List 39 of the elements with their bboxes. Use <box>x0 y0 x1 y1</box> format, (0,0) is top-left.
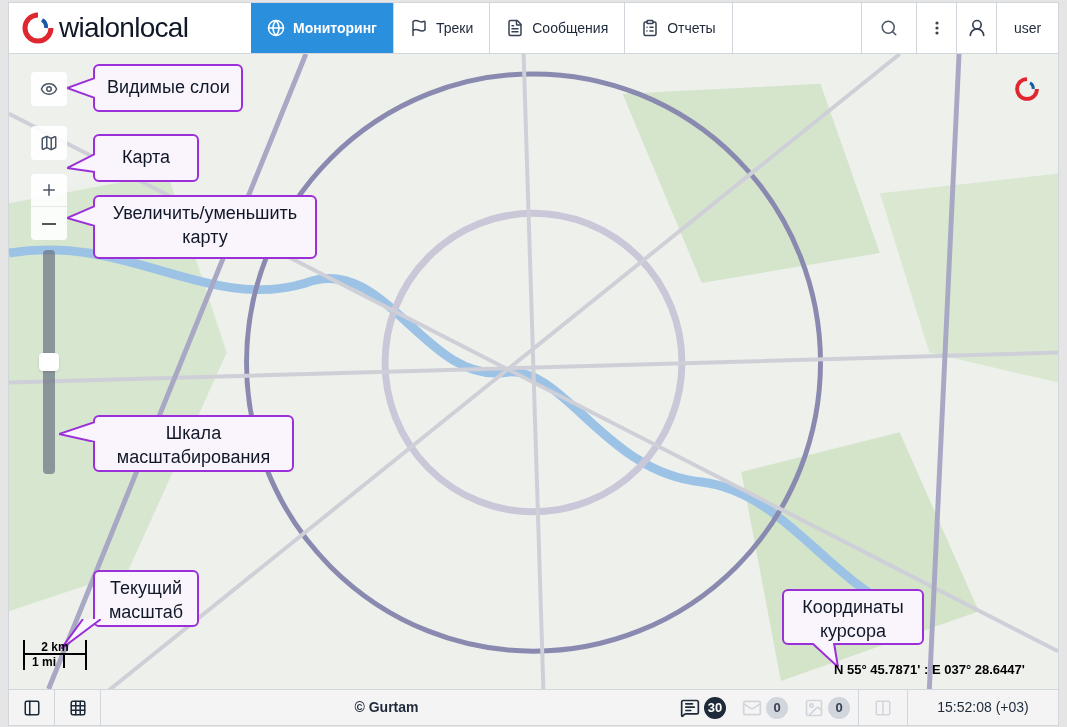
callout: Текущий масштаб <box>93 570 199 627</box>
more-icon <box>934 21 939 35</box>
clock-text: 15:52:08 (+03) <box>936 698 1030 717</box>
callout-pointer <box>67 154 95 174</box>
columns-icon <box>874 698 892 717</box>
minus-icon <box>42 222 56 225</box>
logo-text: wialonlocal <box>59 11 189 45</box>
username-button[interactable]: user <box>996 3 1058 53</box>
panel-icon <box>22 698 41 717</box>
callout: Шкала масштабирования <box>93 415 294 472</box>
grid-icon <box>68 698 87 717</box>
zoom-slider-thumb[interactable] <box>39 353 59 371</box>
callout: Увеличить/уменьшить карту <box>93 195 317 259</box>
plus-icon <box>40 181 58 199</box>
map-icon <box>40 134 58 152</box>
globe-icon <box>267 19 285 37</box>
logo-icon <box>21 11 55 45</box>
eye-icon <box>40 80 58 98</box>
user-icon <box>966 18 987 38</box>
search-icon <box>880 19 898 37</box>
image-icon <box>804 697 824 718</box>
map-button[interactable] <box>31 126 67 160</box>
logo-icon <box>1014 76 1040 102</box>
layers-button[interactable] <box>31 72 67 106</box>
message-icon <box>679 697 700 718</box>
counter-button[interactable]: 30 <box>672 690 734 725</box>
callout-pointer <box>59 422 95 442</box>
zoom-in-button[interactable] <box>31 174 67 207</box>
report-icon <box>641 19 660 37</box>
flag-icon <box>409 19 428 37</box>
callout-pointer <box>67 78 95 98</box>
callout-pointer <box>67 206 95 226</box>
copyright-text: © Gurtam <box>354 698 419 717</box>
callout: Видимые слои <box>93 64 243 112</box>
cursor-coordinates: N 55° 45.7871' : E 037° 28.6447' <box>834 661 1025 679</box>
zoom-out-button[interactable] <box>31 207 67 240</box>
callout: Карта <box>93 134 199 182</box>
document-icon <box>506 19 525 37</box>
scale-bar: 2 km 1 mi <box>23 640 87 670</box>
